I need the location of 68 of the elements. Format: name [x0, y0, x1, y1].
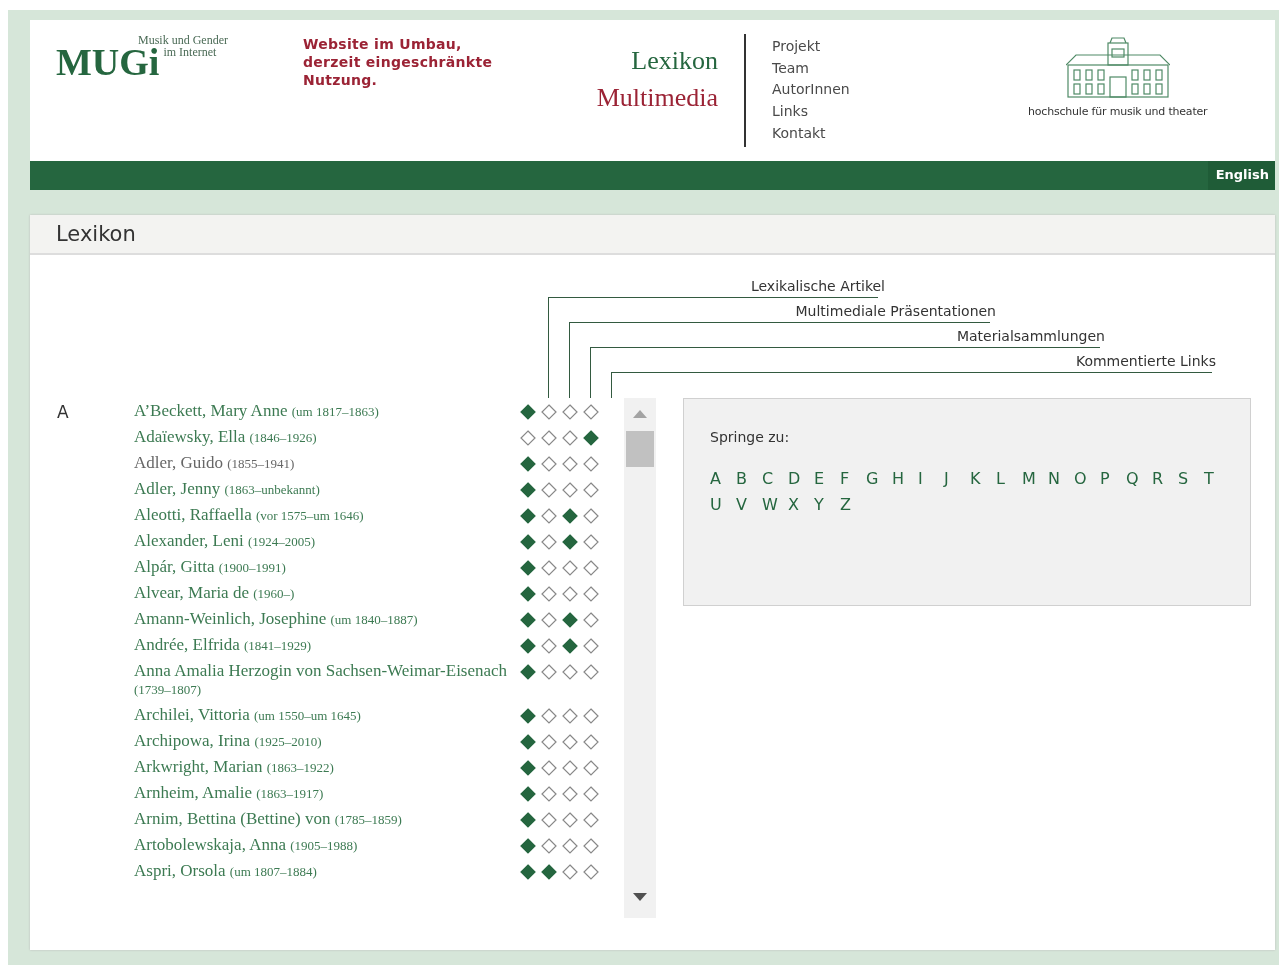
- partner-name: hochschule für musik und theater: [1028, 105, 1208, 118]
- letter-link[interactable]: A: [710, 469, 727, 489]
- entry-link[interactable]: Artobolewskaja, Anna (1905–1988): [134, 836, 520, 855]
- entry-link[interactable]: Aleotti, Raffaella (vor 1575–um 1646): [134, 506, 520, 525]
- section-link[interactable]: Multimedia: [596, 79, 718, 116]
- letter-link[interactable]: J: [944, 469, 961, 489]
- entry-link[interactable]: Alexander, Leni (1924–2005): [134, 532, 520, 551]
- letter-link[interactable]: H: [892, 469, 909, 489]
- letter-link[interactable]: V: [736, 495, 753, 515]
- letter-heading: A: [57, 402, 70, 422]
- language-link[interactable]: English: [1207, 161, 1275, 190]
- construction-notice: Website im Umbau, derzeit eingeschränkte Nutzung.: [303, 35, 494, 89]
- entry-link[interactable]: A’Beckett, Mary Anne (um 1817–1863): [134, 402, 520, 421]
- letter-link[interactable]: P: [1100, 469, 1117, 489]
- entry-link[interactable]: Arkwright, Marian (1863–1922): [134, 758, 520, 777]
- letter-link[interactable]: E: [814, 469, 831, 489]
- legend-label: Kommentierte Links: [1075, 353, 1216, 369]
- letter-link[interactable]: C: [762, 469, 779, 489]
- entry-link[interactable]: Adler, Guido (1855–1941): [134, 454, 520, 473]
- entry-link[interactable]: Arnheim, Amalie (1863–1917): [134, 784, 520, 803]
- panel-title: Lexikon: [56, 222, 136, 246]
- letter-link[interactable]: B: [736, 469, 753, 489]
- nav-link[interactable]: Kontakt: [772, 122, 826, 145]
- entry-link[interactable]: Andrée, Elfrida (1841–1929): [134, 636, 520, 655]
- letter-link[interactable]: Z: [840, 495, 857, 515]
- entry-link[interactable]: Anna Amalia Herzogin von Sachsen-Weimar-Eisenach (1739–1807): [134, 662, 520, 699]
- nav-link[interactable]: Links: [772, 101, 808, 123]
- entry-link[interactable]: Arnim, Bettina (Bettine) von (1785–1859): [134, 810, 520, 829]
- nav-link[interactable]: Team: [772, 57, 809, 80]
- scroll-thumb[interactable]: [626, 431, 654, 467]
- letter-link[interactable]: K: [970, 469, 987, 489]
- letter-link[interactable]: M: [1022, 469, 1039, 489]
- letter-link[interactable]: S: [1178, 469, 1195, 489]
- letter-link[interactable]: Q: [1126, 469, 1143, 489]
- logo-wordmark[interactable]: MUGi: [56, 45, 160, 79]
- scrollbar[interactable]: [624, 398, 656, 918]
- letter-link[interactable]: T: [1204, 469, 1221, 489]
- letter-link[interactable]: I: [918, 469, 935, 489]
- letter-link[interactable]: X: [788, 495, 805, 515]
- scroll-up-icon[interactable]: [633, 410, 647, 418]
- letter-link[interactable]: R: [1152, 469, 1169, 489]
- letter-link[interactable]: D: [788, 469, 805, 489]
- letter-link[interactable]: G: [866, 469, 883, 489]
- entry-link[interactable]: Adler, Jenny (1863–unbekannt): [134, 480, 520, 499]
- nav-link[interactable]: Projekt: [772, 36, 821, 58]
- letter-link[interactable]: Y: [814, 495, 831, 515]
- letter-link[interactable]: W: [762, 495, 779, 515]
- letter-link[interactable]: L: [996, 469, 1013, 489]
- logo-tagline: im Internet: [163, 45, 217, 59]
- entry-link[interactable]: Alvear, Maria de (1960–): [134, 584, 520, 603]
- letter-link[interactable]: F: [840, 469, 857, 489]
- entry-link[interactable]: Amann-Weinlich, Josephine (um 1840–1887): [134, 610, 520, 629]
- entry-link[interactable]: Aspri, Orsola (um 1807–1884): [134, 862, 520, 881]
- entry-link[interactable]: Adaïewsky, Ella (1846–1926): [134, 428, 520, 447]
- entry-link[interactable]: Archilei, Vittoria (um 1550–um 1645): [134, 706, 520, 725]
- legend-label: Materialsammlungen: [956, 328, 1105, 344]
- legend-label: Multimediale Präsentationen: [795, 303, 996, 319]
- nav-link[interactable]: AutorInnen: [772, 79, 850, 102]
- scroll-down-icon[interactable]: [633, 893, 647, 901]
- letter-link[interactable]: O: [1074, 469, 1091, 489]
- letter-link[interactable]: U: [710, 495, 727, 515]
- legend-label: Lexikalische Artikel: [750, 278, 885, 294]
- entry-link[interactable]: Alpár, Gitta (1900–1991): [134, 558, 520, 577]
- letter-link[interactable]: N: [1048, 469, 1065, 489]
- logo-tagline: Musik und Gender: [138, 33, 228, 47]
- section-link[interactable]: Lexikon: [631, 42, 718, 79]
- jump-label: Springe zu:: [710, 429, 791, 445]
- entry-link[interactable]: Archipowa, Irina (1925–2010): [134, 732, 520, 751]
